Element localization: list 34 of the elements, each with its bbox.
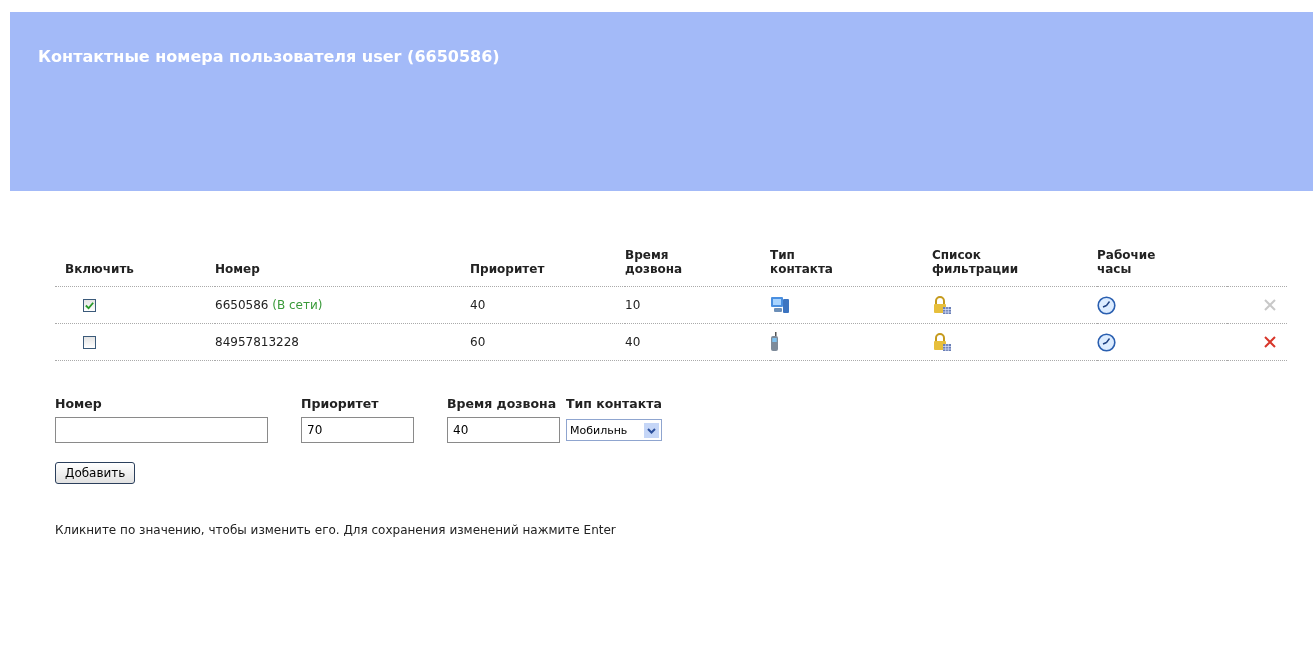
- delete-icon[interactable]: [1263, 335, 1277, 349]
- enable-checkbox[interactable]: [83, 335, 96, 349]
- lock-icon[interactable]: [932, 332, 952, 352]
- column-header: Тип контакта: [770, 248, 833, 276]
- column-header: Список фильтрации: [932, 248, 1019, 276]
- online-status: (В сети): [272, 298, 323, 312]
- enable-checkbox[interactable]: [83, 298, 96, 312]
- add-button[interactable]: Добавить: [55, 462, 136, 484]
- dial-time-value[interactable]: 10: [625, 298, 641, 312]
- phone-number[interactable]: 6650586: [215, 298, 269, 312]
- column-header: Время дозвона: [625, 248, 683, 276]
- field-label: Тип контакта: [566, 396, 662, 411]
- hint-text: Кликните по значению, чтобы изменить его. Для сохранения изменений нажмите Enter: [55, 523, 616, 537]
- dial-time-value[interactable]: 40: [625, 335, 641, 349]
- column-header: Номер: [215, 262, 260, 276]
- mobile-phone-icon[interactable]: [770, 332, 779, 352]
- field-label: Время дозвона: [447, 396, 557, 411]
- clock-icon[interactable]: [1097, 295, 1116, 315]
- column-header: Рабочие часы: [1097, 248, 1156, 276]
- clock-icon[interactable]: [1097, 332, 1116, 352]
- priority-value[interactable]: 40: [470, 298, 486, 312]
- page-title: Контактные номера пользователя user (6650586): [38, 47, 500, 66]
- field-label: Номер: [55, 396, 102, 411]
- field-label: Приоритет: [301, 396, 379, 411]
- column-header: Включить: [65, 262, 134, 276]
- column-header: Приоритет: [470, 262, 545, 276]
- phone-number[interactable]: 84957813228: [215, 335, 299, 349]
- priority-field[interactable]: 70: [301, 417, 414, 443]
- number-field[interactable]: [55, 417, 268, 443]
- lock-icon[interactable]: [932, 295, 952, 315]
- dial-time-field[interactable]: 40: [447, 417, 560, 443]
- contact-type-dropdown[interactable]: Мобильнь: [566, 419, 662, 441]
- priority-value[interactable]: 60: [470, 335, 486, 349]
- computer-icon[interactable]: [770, 296, 790, 314]
